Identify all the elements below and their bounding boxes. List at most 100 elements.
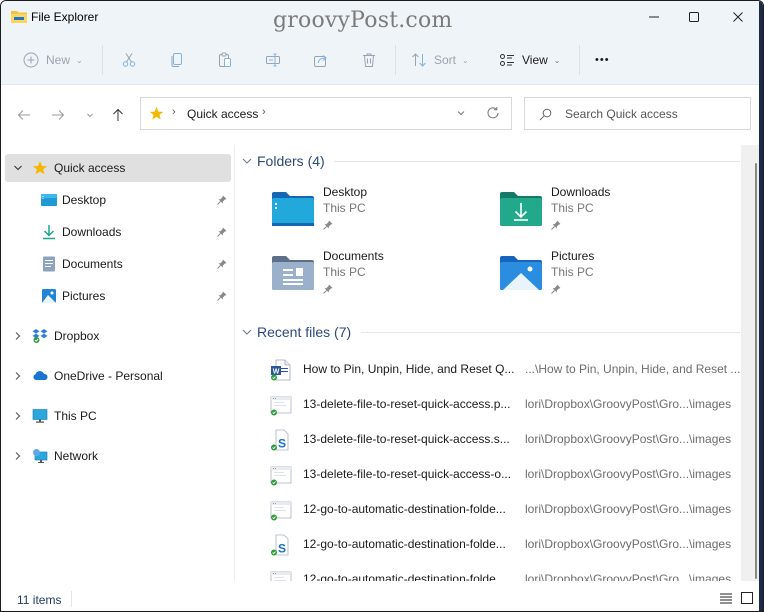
recent-file-path: lori\Dropbox\GroovyPost\Gro...\images — [525, 502, 732, 516]
network-icon — [33, 449, 48, 463]
documents-folder-icon — [272, 256, 314, 290]
breadcrumb-chevron-icon[interactable]: › — [262, 106, 266, 118]
pin-icon[interactable] — [217, 291, 227, 301]
paste-button[interactable] — [217, 49, 233, 71]
search-box[interactable] — [524, 97, 751, 130]
large-icons-view-icon[interactable] — [740, 591, 754, 605]
maximize-button[interactable] — [671, 1, 717, 33]
cut-button[interactable] — [121, 49, 137, 71]
chevron-down-icon[interactable] — [13, 163, 23, 173]
scrollbar-thumb[interactable] — [755, 163, 757, 579]
sort-button[interactable]: Sort ⌄ — [411, 49, 469, 71]
chevron-right-icon[interactable] — [13, 331, 23, 341]
window-title: File Explorer — [31, 10, 99, 24]
arrow-up-icon — [113, 108, 123, 121]
recent-file-row[interactable]: 12-go-to-automatic-destination-folde... l… — [266, 494, 741, 524]
navigation-pane: Quick access Desktop Downloads Documents… — [1, 145, 235, 581]
details-view-icon[interactable] — [719, 591, 733, 605]
recent-file-row[interactable]: 12-go-to-automatic-destination-folde... l… — [266, 564, 741, 581]
image-file-icon — [270, 466, 292, 486]
word-document-icon: W — [271, 359, 291, 381]
delete-icon — [363, 53, 375, 67]
folder-tile-pictures[interactable]: Pictures This PC — [499, 249, 719, 305]
recent-files-group-header[interactable]: Recent files (7) — [242, 322, 351, 342]
new-label: New — [46, 53, 71, 67]
folder-location: This PC — [551, 265, 594, 279]
pin-icon[interactable] — [217, 259, 227, 269]
folder-tile-downloads[interactable]: Downloads This PC — [499, 185, 719, 241]
recent-file-row[interactable]: S 12-go-to-automatic-destination-folde...… — [266, 529, 741, 559]
see-more-button[interactable]: ••• — [595, 49, 610, 71]
copy-button[interactable] — [169, 49, 185, 71]
back-button[interactable] — [14, 105, 34, 125]
delete-button[interactable] — [361, 49, 377, 71]
sidebar-item-documents[interactable]: Documents — [5, 250, 231, 278]
svg-text:S: S — [278, 542, 286, 556]
folder-tile-documents[interactable]: Documents This PC — [271, 249, 491, 305]
folders-group-header[interactable]: Folders (4) — [242, 151, 325, 171]
sidebar-item-network[interactable]: Network — [5, 442, 231, 470]
address-history-chevron-icon[interactable] — [455, 107, 467, 119]
recent-locations-button[interactable] — [80, 105, 100, 125]
pin-icon[interactable] — [217, 195, 227, 205]
breadcrumb-quick-access[interactable]: Quick access — [187, 107, 258, 121]
up-button[interactable] — [108, 105, 128, 125]
sidebar-item-label: This PC — [54, 409, 97, 423]
star-icon — [32, 161, 48, 175]
sort-label: Sort — [434, 53, 457, 67]
pictures-icon — [42, 289, 56, 303]
chevron-right-icon[interactable] — [13, 371, 23, 381]
download-icon — [43, 225, 55, 240]
folder-location: This PC — [323, 265, 366, 279]
address-bar[interactable]: › Quick access › — [140, 97, 512, 130]
snagit-file-icon: S — [271, 429, 289, 451]
folder-tile-desktop[interactable]: Desktop This PC — [271, 185, 491, 241]
forward-button[interactable] — [48, 105, 68, 125]
share-button[interactable] — [313, 49, 329, 71]
dropbox-icon — [32, 329, 48, 343]
snagit-file-icon: S — [271, 534, 289, 556]
item-count: 11 items — [17, 593, 62, 607]
maximize-icon — [689, 12, 699, 22]
sidebar-item-desktop[interactable]: Desktop — [5, 186, 231, 214]
image-file-icon — [270, 571, 292, 581]
this-pc-icon — [32, 409, 48, 423]
status-divider — [71, 591, 72, 607]
close-button[interactable] — [715, 1, 761, 33]
sidebar-item-pictures[interactable]: Pictures — [5, 282, 231, 310]
sidebar-item-downloads[interactable]: Downloads — [5, 218, 231, 246]
recent-file-row[interactable]: 13-delete-file-to-reset-quick-access-o..… — [266, 459, 741, 489]
breadcrumb-separator-icon: › — [172, 106, 176, 118]
folder-name: Desktop — [323, 185, 368, 199]
sidebar-item-dropbox[interactable]: Dropbox — [5, 322, 231, 350]
sidebar-item-this-pc[interactable]: This PC — [5, 402, 231, 430]
pin-icon — [323, 284, 333, 294]
onedrive-icon — [33, 371, 48, 380]
sidebar-item-label: Network — [54, 449, 99, 463]
folder-name: Downloads — [551, 185, 611, 199]
watermark-text: groovyPost.com — [273, 8, 453, 33]
recent-file-row[interactable]: W How to Pin, Unpin, Hide, and Reset Q...… — [266, 354, 741, 384]
toolbar-divider — [395, 45, 396, 75]
minimize-icon — [649, 16, 659, 18]
search-icon — [539, 108, 552, 121]
sidebar-item-label: Documents — [62, 257, 123, 271]
recent-file-name: How to Pin, Unpin, Hide, and Reset Q... — [303, 362, 515, 376]
recent-file-row[interactable]: S 13-delete-file-to-reset-quick-access.s.… — [266, 424, 741, 454]
desktop-folder-icon — [272, 192, 314, 226]
vertical-scrollbar[interactable] — [741, 145, 761, 581]
recent-file-row[interactable]: 13-delete-file-to-reset-quick-access.p..… — [266, 389, 741, 419]
rename-button[interactable] — [265, 49, 281, 71]
view-button[interactable]: View ⌄ — [499, 49, 561, 71]
new-button[interactable]: New ⌄ — [23, 49, 83, 71]
pin-icon[interactable] — [217, 227, 227, 237]
search-input[interactable] — [565, 105, 745, 123]
chevron-right-icon[interactable] — [13, 451, 23, 461]
sidebar-item-quick-access[interactable]: Quick access — [5, 154, 231, 182]
sidebar-item-onedrive[interactable]: OneDrive - Personal — [5, 362, 231, 390]
chevron-right-icon[interactable] — [13, 411, 23, 421]
refresh-icon[interactable] — [486, 106, 500, 120]
image-file-icon — [270, 396, 292, 416]
view-label: View — [522, 53, 548, 67]
svg-text:S: S — [278, 437, 286, 451]
